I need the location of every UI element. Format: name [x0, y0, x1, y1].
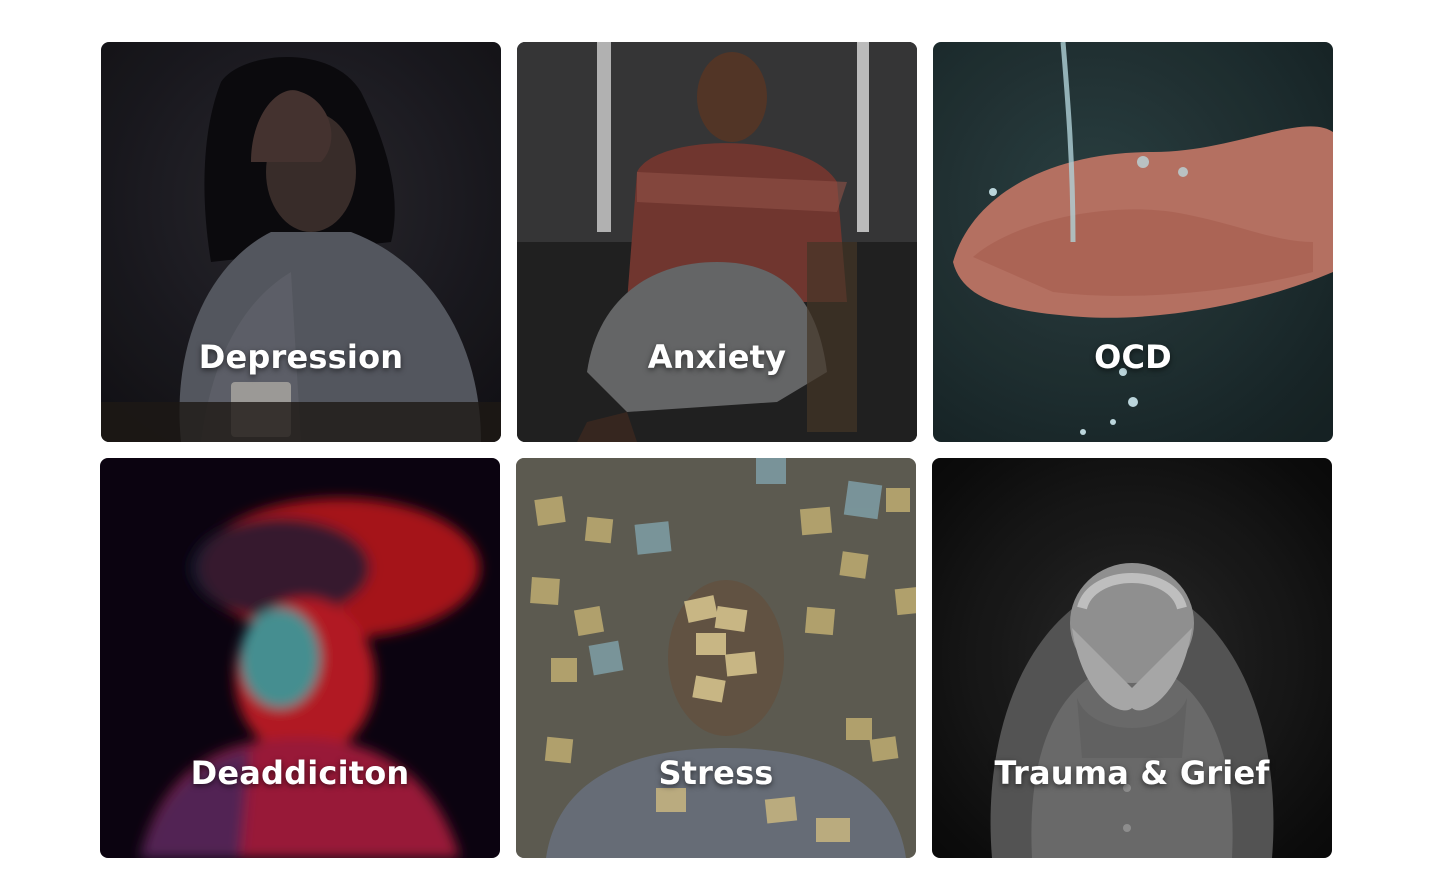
card-overlay	[100, 458, 500, 858]
card-label: OCD	[1094, 338, 1172, 376]
card-overlay	[517, 42, 917, 442]
card-label: Anxiety	[647, 338, 787, 376]
card-label: Stress	[658, 754, 774, 792]
card-trauma-grief[interactable]: Trauma & Grief	[932, 458, 1332, 858]
card-label: Deaddiciton	[190, 754, 410, 792]
card-label: Trauma & Grief	[994, 754, 1270, 792]
card-depression[interactable]: Depression	[101, 42, 501, 442]
card-ocd[interactable]: OCD	[933, 42, 1333, 442]
card-stress[interactable]: Stress	[516, 458, 916, 858]
card-overlay	[516, 458, 916, 858]
card-overlay	[932, 458, 1332, 858]
card-deaddiction[interactable]: Deaddiciton	[100, 458, 500, 858]
card-label: Depression	[198, 338, 404, 376]
card-overlay	[933, 42, 1333, 442]
card-overlay	[101, 42, 501, 442]
card-anxiety[interactable]: Anxiety	[517, 42, 917, 442]
